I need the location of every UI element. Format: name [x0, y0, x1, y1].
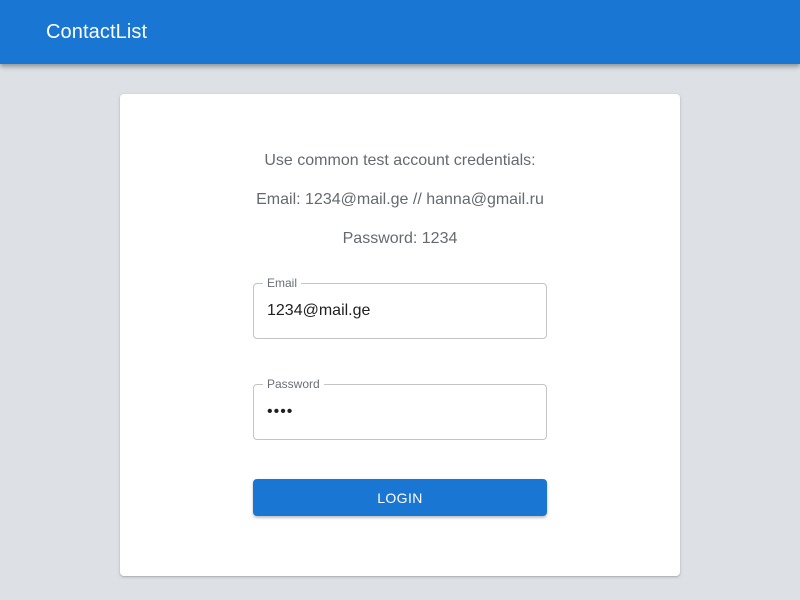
- app-bar: ContactList: [0, 0, 800, 64]
- credentials-email-hint: Email: 1234@mail.ge // hanna@gmail.ru: [256, 191, 544, 208]
- password-input[interactable]: [267, 402, 533, 422]
- app-title: ContactList: [46, 20, 148, 43]
- login-button[interactable]: LOGIN: [253, 479, 547, 516]
- email-field-label: Email: [263, 276, 302, 290]
- credentials-password-hint: Password: 1234: [342, 230, 458, 247]
- email-field[interactable]: Email: [253, 276, 547, 339]
- password-field-label: Password: [263, 377, 324, 391]
- credentials-hint: Use common test account credentials:: [264, 152, 536, 169]
- login-card: Use common test account credentials: Ema…: [120, 94, 680, 576]
- email-input[interactable]: [267, 301, 533, 321]
- password-field[interactable]: Password: [253, 377, 547, 440]
